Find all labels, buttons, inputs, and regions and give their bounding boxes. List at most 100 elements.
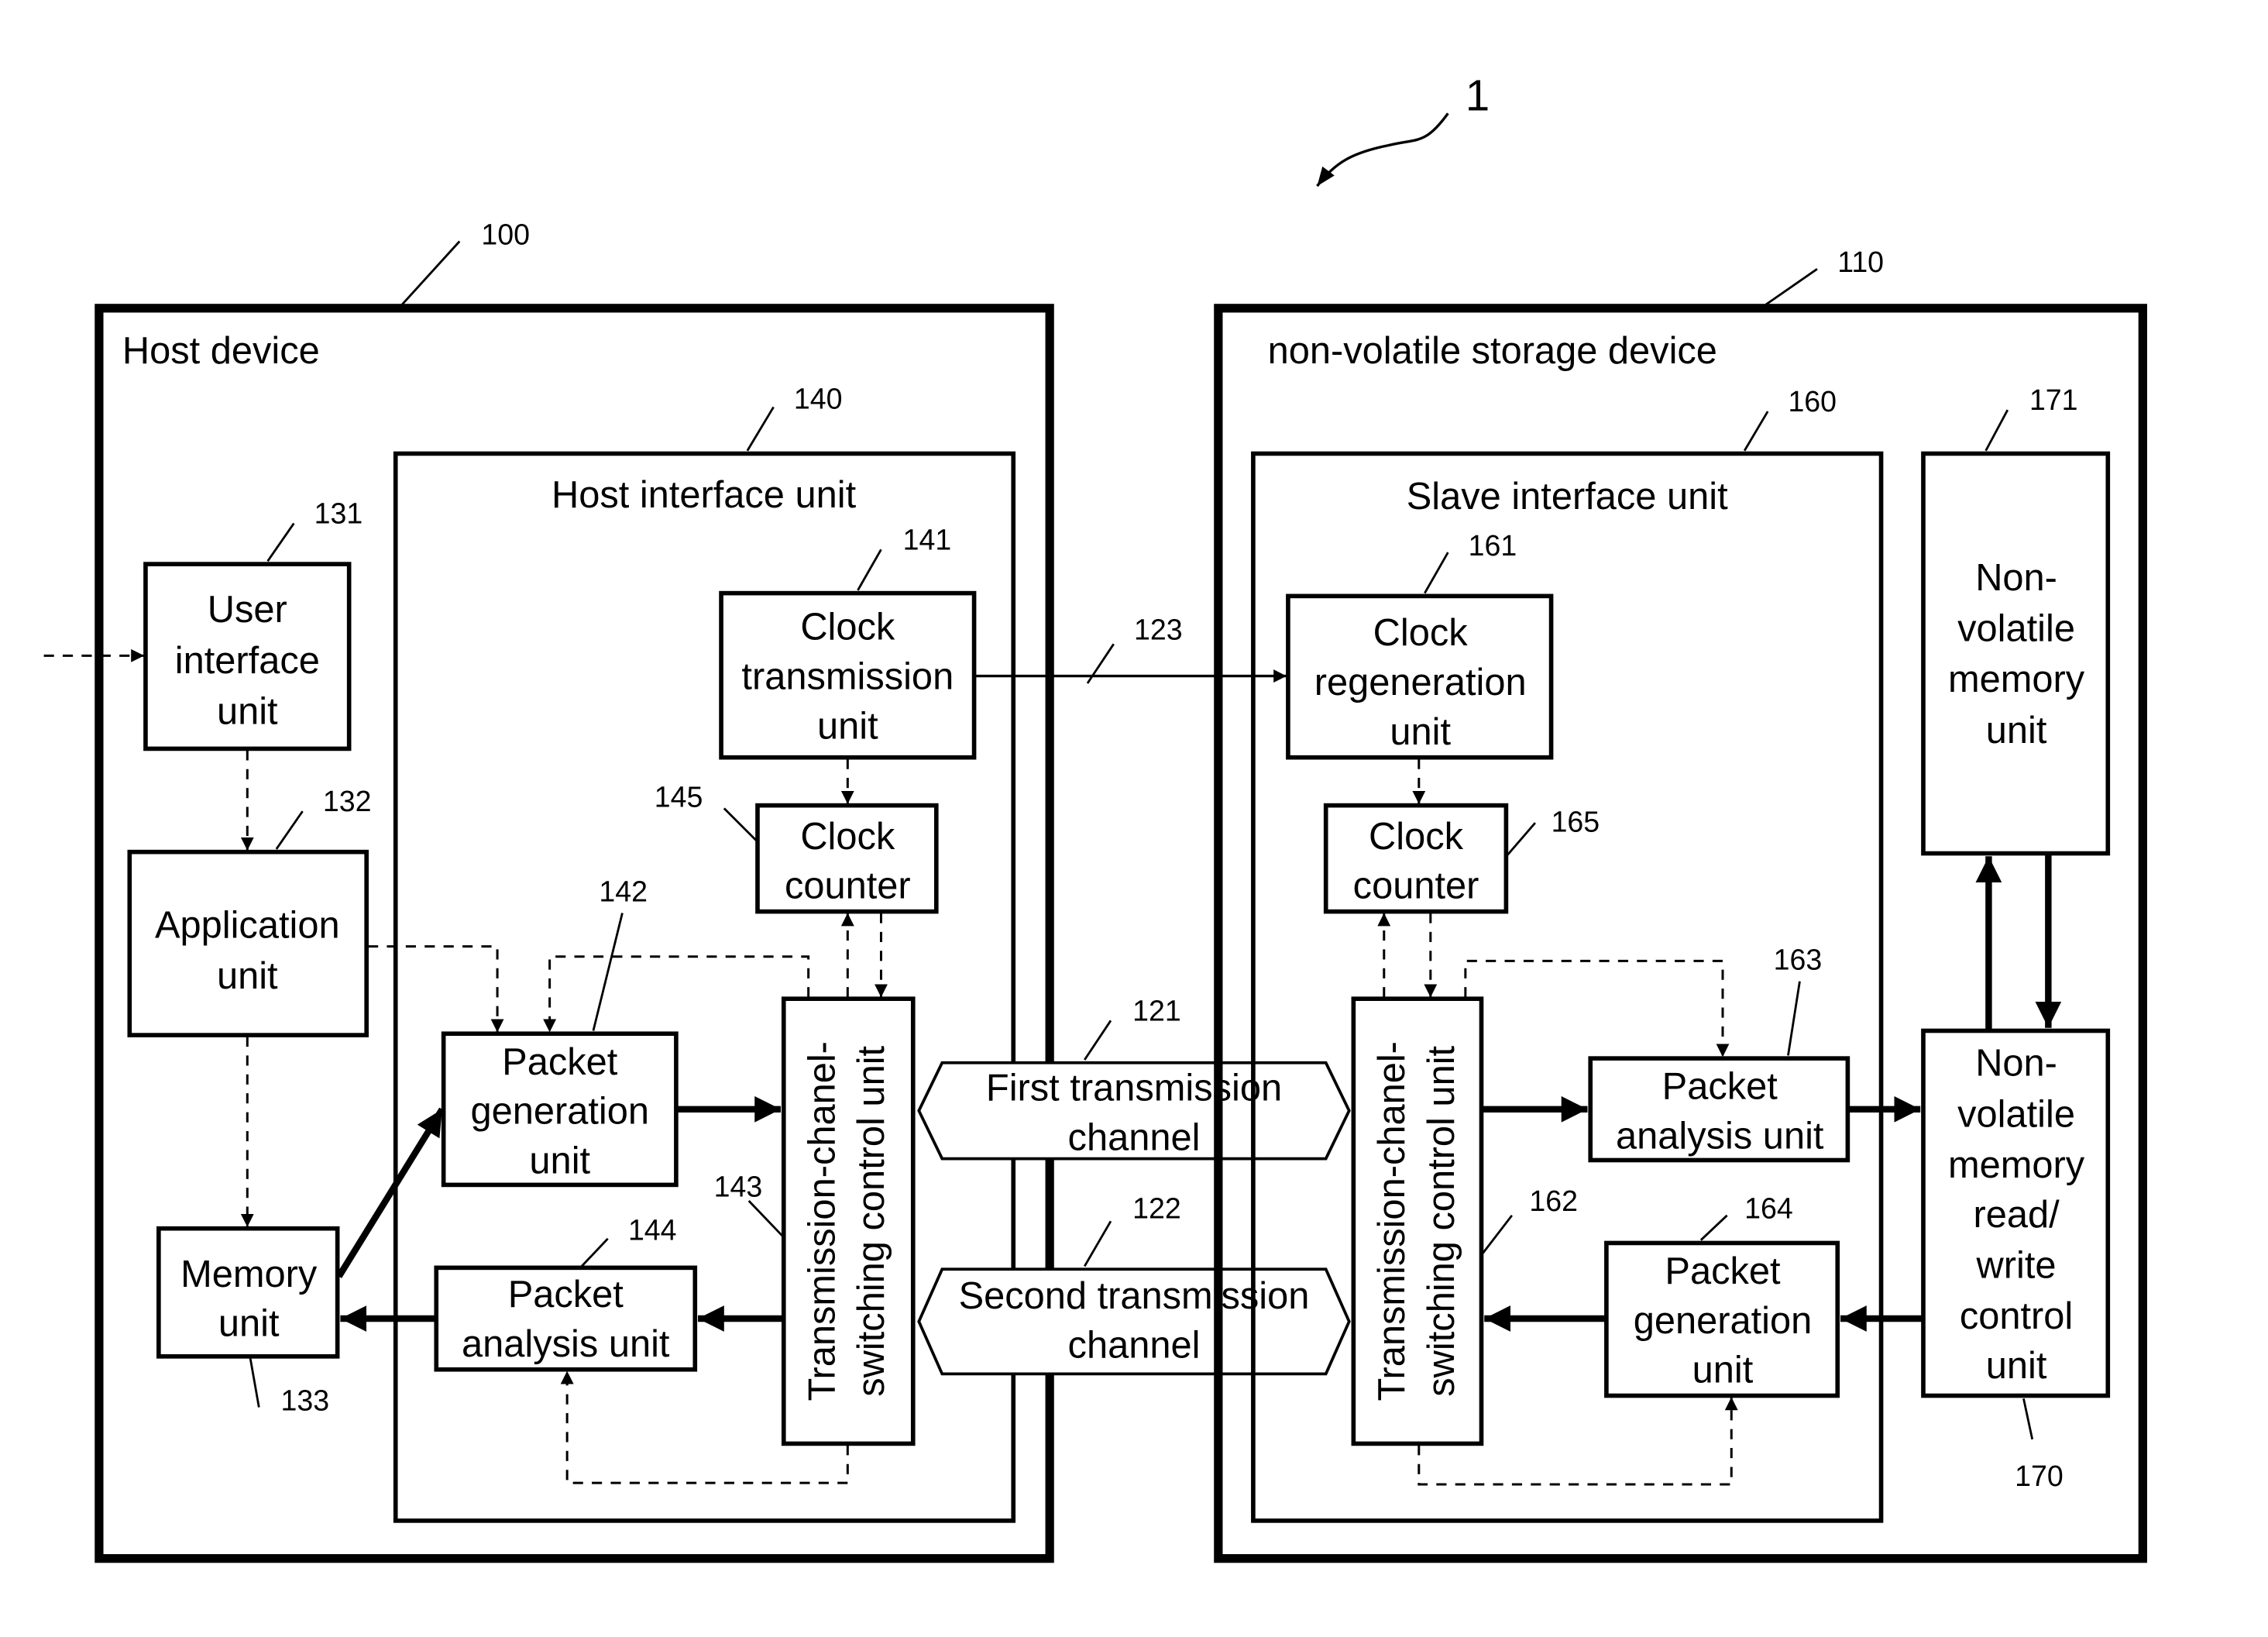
second-transmission-channel: Second transmission channel 122 [917,1192,1351,1376]
clock-transmission-ref-leader [857,549,882,591]
nv-memory-line-3: memory [1948,659,2085,700]
user-interface-ref-leader [266,522,295,562]
rw-control-ref: 170 [2015,1460,2064,1492]
rw-control-line-4: read/ [1973,1194,2060,1236]
first-channel-line-1: First transmission [986,1068,1282,1109]
host-packet-generation-unit: Packet generation unit 142 [441,875,679,1188]
host-interface-ref-leader [746,406,775,452]
rw-control-line-6: control [1960,1295,2073,1337]
slave-packet-analysis-line-2: analysis unit [1616,1115,1824,1157]
application-unit: Application unit 132 [127,785,371,1037]
slave-switching-control-ref-leader [1482,1214,1514,1254]
clock-line-ref: 123 [1134,614,1183,646]
nonvolatile-rw-control-unit: Non- volatile memory read/ write control… [1921,1028,2111,1492]
storage-ref: 110 [1837,246,1884,278]
host-clock-counter: Clock counter 145 [655,780,939,914]
application-line-1: Application [155,904,340,946]
memory-line-1: Memory [180,1254,318,1295]
slave-interface-ref-leader [1743,411,1769,452]
slave-interface-title: Slave interface unit [1407,476,1728,518]
system-ref-arrow [1316,112,1449,187]
slave-switching-control-line-1: Transmission-chanel- [1371,1041,1413,1401]
clock-regeneration-unit: Clock regeneration unit 161 [1286,529,1554,760]
slave-packet-analysis-ref: 163 [1774,944,1823,976]
host-packet-analysis-line-2: analysis unit [462,1323,670,1365]
first-transmission-channel: First transmission channel 121 [917,994,1351,1161]
second-channel-line-2: channel [1068,1325,1201,1367]
host-ref-leader [400,240,461,307]
host-switching-control-line-1: Transmission-chanel- [801,1041,843,1401]
nonvolatile-memory-unit: Non- volatile memory unit 171 [1921,383,2111,856]
nv-memory-line-4: unit [1986,710,2047,751]
clock-transmission-line-2: transmission [741,655,954,697]
slave-packet-gen-line-2: generation [1634,1300,1813,1342]
host-device-title: Host device [122,330,320,372]
slave-clock-counter-ref-leader [1507,822,1536,856]
slave-interface-unit: Slave interface unit 160 Clock regenerat… [1251,385,1884,1523]
user-interface-line-2: interface [175,640,320,682]
rw-control-line-7: unit [1986,1345,2047,1387]
memory-to-packet-gen-arrow [335,1107,445,1278]
user-interface-line-1: User [208,589,287,631]
memory-line-2: unit [218,1303,280,1345]
host-ref: 100 [481,218,530,250]
slave-packet-generation-unit: Packet generation unit 164 [1604,1192,1840,1398]
second-channel-ref: 122 [1132,1192,1181,1225]
rw-control-line-3: memory [1948,1144,2085,1186]
host-switching-control-line-2: switching control unit [850,1045,892,1396]
clock-regeneration-ref: 161 [1469,529,1517,562]
clock-regeneration-line-2: regeneration [1314,662,1527,703]
slave-switching-control-line-2: switching control unit [1421,1045,1462,1396]
rw-control-ref-leader [2022,1398,2034,1440]
slave-packet-gen-ref-leader [1699,1214,1728,1241]
host-packet-gen-line-2: generation [470,1091,649,1133]
host-packet-gen-line-3: unit [529,1140,590,1181]
host-packet-analysis-line-1: Packet [508,1274,624,1315]
host-packet-gen-line-1: Packet [502,1041,618,1083]
block-diagram: 1 Host device 100 User interface unit 13… [43,71,2147,1563]
clock-transmission-line-3: unit [817,705,878,747]
rw-control-line-2: volatile [1957,1093,2075,1135]
clock-regeneration-ref-leader [1424,552,1449,594]
clock-regeneration-line-3: unit [1390,711,1451,753]
host-packet-gen-ref-leader [592,913,624,1031]
nv-memory-line-2: volatile [1957,608,2075,650]
storage-ref-leader [1764,268,1818,307]
ctrl-to-slave-packet-analysis-arrow [1464,959,1730,1058]
host-packet-analysis-ref-leader [580,1237,609,1267]
memory-ref-leader [249,1357,260,1408]
host-clock-counter-line-2: counter [785,865,911,907]
slave-clock-counter: Clock counter 165 [1323,803,1600,914]
system-ref-label: 1 [1466,71,1490,120]
application-line-2: unit [217,955,278,997]
host-packet-analysis-unit: Packet analysis unit 144 [434,1214,698,1372]
host-interface-unit: Host interface unit 140 Clock transmissi… [335,382,1016,1523]
transmission-channels: 123 First transmission channel 121 Secon… [917,614,1351,1376]
second-channel-ref-leader [1083,1220,1112,1267]
slave-packet-analysis-line-1: Packet [1662,1066,1778,1108]
application-to-packet-gen-arrow [368,945,504,1033]
host-packet-analysis-ref: 144 [628,1214,677,1247]
first-channel-line-2: channel [1068,1116,1201,1158]
slave-clock-counter-line-1: Clock [1369,816,1464,858]
clock-transmission-line-1: Clock [800,607,895,648]
clock-transmission-ref: 141 [903,523,952,555]
host-clock-counter-ref-leader [723,807,758,841]
slave-switching-control-unit: Transmission-chanel- switching control u… [1351,996,1578,1446]
host-switching-control-ref: 143 [714,1170,763,1202]
user-interface-ref: 131 [314,497,363,530]
slave-packet-gen-line-1: Packet [1665,1250,1781,1292]
nv-memory-line-1: Non- [1975,557,2057,599]
rw-control-line-5: write [1976,1244,2057,1286]
slave-clock-counter-ref: 165 [1552,805,1600,837]
clock-line-ref-leader [1086,643,1115,684]
slave-packet-gen-ref: 164 [1744,1192,1793,1225]
memory-ref: 133 [280,1384,329,1416]
slave-clock-counter-line-2: counter [1353,865,1479,907]
storage-device: non-volatile storage device 110 Slave in… [1214,246,2147,1563]
host-switching-control-ref-leader [747,1200,783,1237]
application-ref-leader [275,810,304,850]
host-interface-title: Host interface unit [552,474,857,516]
user-interface-line-3: unit [217,691,278,733]
nv-memory-ref: 171 [2029,383,2078,416]
